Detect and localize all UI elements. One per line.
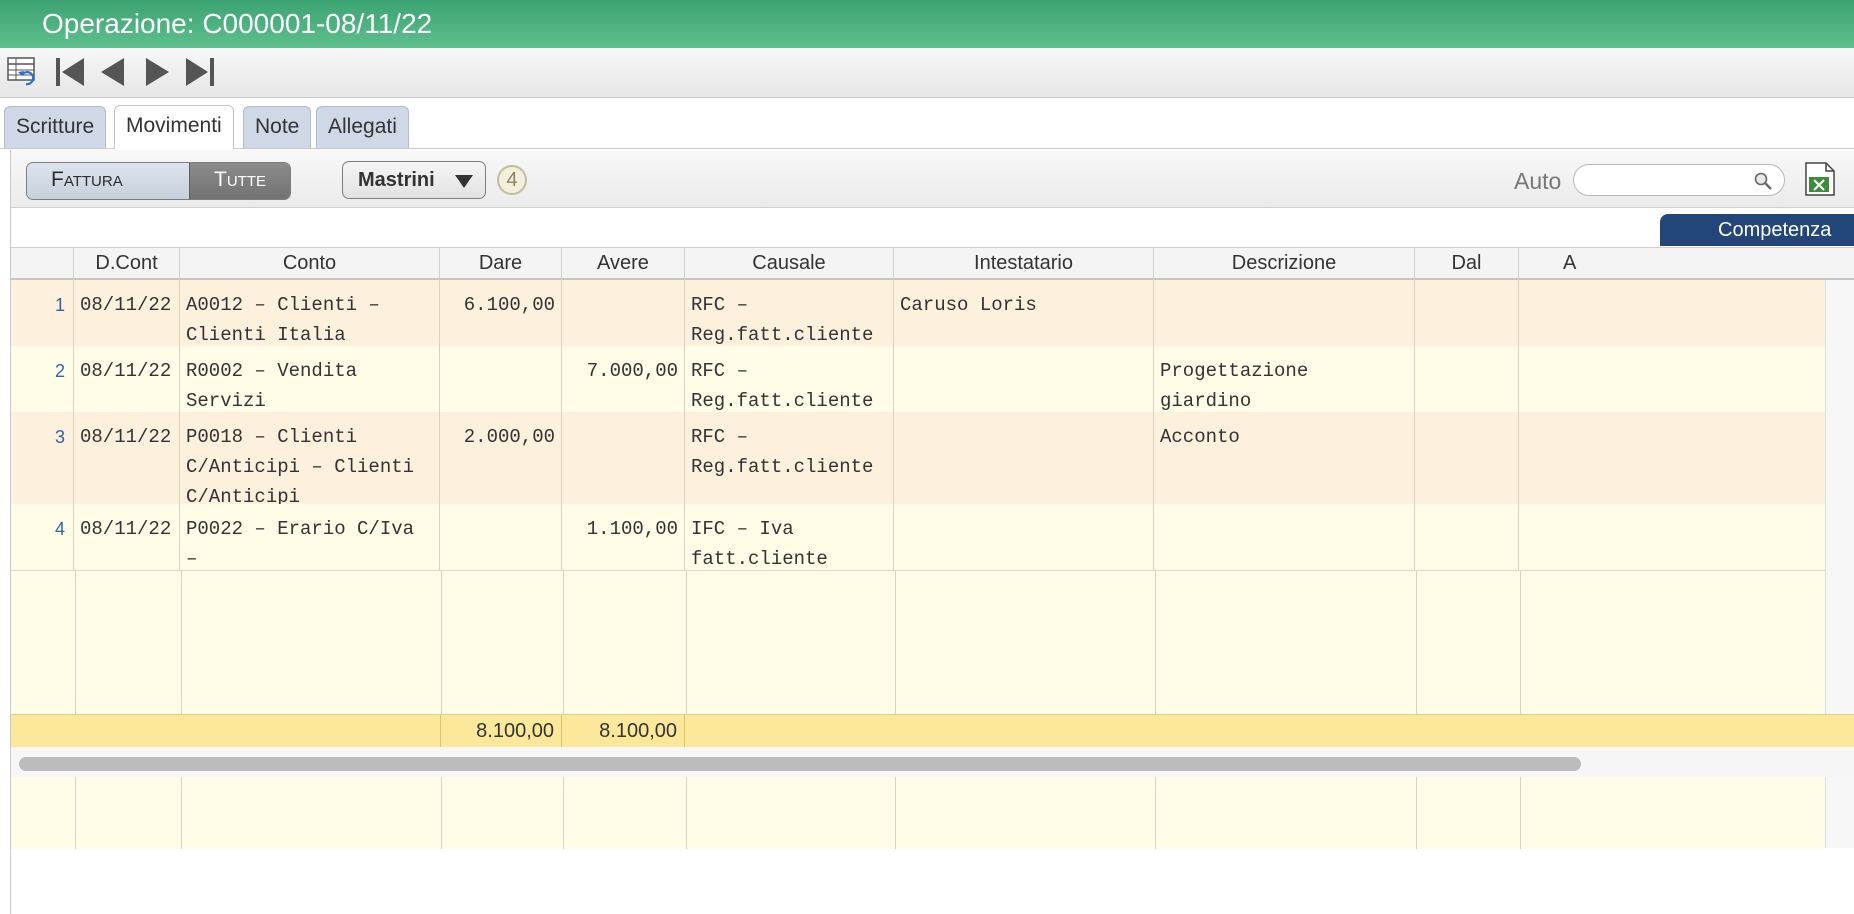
column-divider xyxy=(181,571,182,849)
cell-a xyxy=(1519,412,1825,504)
cell-descrizione: Progettazione giardino xyxy=(1154,346,1415,412)
column-divider xyxy=(1416,571,1417,849)
cell-intestatario: Caruso Loris xyxy=(894,280,1154,346)
cell-descrizione xyxy=(1154,280,1415,346)
column-header-descrizione[interactable]: Descrizione xyxy=(1154,248,1415,279)
column-header-conto[interactable]: Conto xyxy=(180,248,440,279)
row-number: 3 xyxy=(11,412,74,504)
prev-record-icon[interactable] xyxy=(96,54,130,90)
column-divider xyxy=(686,571,687,849)
column-divider xyxy=(75,571,76,849)
horizontal-scrollbar-thumb[interactable] xyxy=(19,757,1581,771)
cell-dare: 6.100,00 xyxy=(440,280,562,346)
tab-note[interactable]: Note xyxy=(243,106,312,148)
cell-conto: A0012 – Clienti – Clienti Italia xyxy=(180,280,440,346)
tab-bar: Scritture Movimenti Note Allegati xyxy=(0,99,1854,149)
filter-fattura-emessa-button[interactable]: Fattura emessa xyxy=(27,163,189,199)
row-number: 2 xyxy=(11,346,74,412)
tab-allegati[interactable]: Allegati xyxy=(316,106,409,148)
cell-dal xyxy=(1415,504,1519,570)
cell-avere xyxy=(562,280,685,346)
column-header-a[interactable]: A xyxy=(1519,248,1854,279)
mastrini-dropdown-label: Mastrini xyxy=(358,169,435,191)
table-row[interactable]: 3 08/11/22 P0018 – Clienti C/Anticipi – … xyxy=(11,412,1825,504)
cell-causale: IFC – Iva fatt.cliente xyxy=(685,504,894,570)
cell-dcont: 08/11/22 xyxy=(74,504,180,570)
record-navigation-bar xyxy=(0,48,1854,98)
cell-descrizione xyxy=(1154,504,1415,570)
cell-dal xyxy=(1415,412,1519,504)
movimenti-toolbar: Fattura emessa Tutte Mastrini 4 Auto xyxy=(11,150,1854,208)
cell-a xyxy=(1519,346,1825,412)
column-header-dcont[interactable]: D.Cont xyxy=(74,248,180,279)
totals-row: 8.100,00 8.100,00 xyxy=(11,714,1854,747)
tab-scritture[interactable]: Scritture xyxy=(4,106,107,148)
cell-dal xyxy=(1415,280,1519,346)
next-record-icon[interactable] xyxy=(140,54,174,90)
row-number: 1 xyxy=(11,280,74,346)
table-row[interactable]: 2 08/11/22 R0002 – Vendita Servizi – Con… xyxy=(11,346,1825,412)
cell-conto: P0018 – Clienti C/Anticipi – Clienti C/A… xyxy=(180,412,440,504)
horizontal-scrollbar[interactable] xyxy=(11,747,1854,777)
total-avere: 8.100,00 xyxy=(562,715,685,747)
cell-causale: RFC – Reg.fatt.cliente xyxy=(685,346,894,412)
column-header-dare[interactable]: Dare xyxy=(440,248,562,279)
cell-conto: R0002 – Vendita Servizi – Consulenza Pro… xyxy=(180,346,440,412)
last-record-icon[interactable] xyxy=(182,54,218,90)
movimenti-panel: Fattura emessa Tutte Mastrini 4 Auto Com… xyxy=(10,150,1854,914)
filter-tutte-button[interactable]: Tutte xyxy=(189,163,290,199)
cell-avere: 1.100,00 xyxy=(562,504,685,570)
column-divider xyxy=(563,571,564,849)
cell-dcont: 08/11/22 xyxy=(74,346,180,412)
cell-causale: RFC – Reg.fatt.cliente xyxy=(685,412,894,504)
count-badge: 4 xyxy=(497,165,527,195)
cell-descrizione: Acconto xyxy=(1154,412,1415,504)
cell-dare xyxy=(440,346,562,412)
cell-conto: P0022 – Erario C/Iva – Erario C/Iva xyxy=(180,504,440,570)
cell-dcont: 08/11/22 xyxy=(74,280,180,346)
table-back-icon[interactable] xyxy=(6,54,42,90)
first-record-icon[interactable] xyxy=(52,54,88,90)
cell-intestatario xyxy=(894,504,1154,570)
column-divider xyxy=(441,571,442,849)
table-row[interactable]: 1 08/11/22 A0012 – Clienti – Clienti Ita… xyxy=(11,280,1825,346)
cell-dare xyxy=(440,504,562,570)
cell-intestatario xyxy=(894,346,1154,412)
mastrini-dropdown[interactable]: Mastrini xyxy=(342,161,486,199)
column-header-dal[interactable]: Dal xyxy=(1415,248,1519,279)
chevron-down-icon xyxy=(455,175,473,188)
column-header-intestatario[interactable]: Intestatario xyxy=(894,248,1154,279)
auto-label: Auto xyxy=(1514,168,1562,194)
excel-export-icon[interactable] xyxy=(1803,161,1837,202)
row-number: 4 xyxy=(11,504,74,570)
competenza-group-header: Competenza xyxy=(1660,214,1854,246)
table-row[interactable]: 4 08/11/22 P0022 – Erario C/Iva – Erario… xyxy=(11,504,1825,570)
filter-segmented-control: Fattura emessa Tutte xyxy=(26,162,291,200)
search-box xyxy=(1573,164,1785,196)
column-header-avere[interactable]: Avere xyxy=(562,248,685,279)
cell-a xyxy=(1519,504,1825,570)
cell-avere: 7.000,00 xyxy=(562,346,685,412)
column-header-row-number[interactable] xyxy=(11,248,74,279)
tab-movimenti[interactable]: Movimenti xyxy=(114,105,234,149)
column-divider xyxy=(895,571,896,849)
total-dare: 8.100,00 xyxy=(440,715,562,747)
window-title: Operazione: C000001-08/11/22 xyxy=(0,0,1854,48)
cell-avere xyxy=(562,412,685,504)
column-divider xyxy=(1520,571,1521,849)
search-input[interactable] xyxy=(1586,165,1760,195)
cell-a xyxy=(1519,280,1825,346)
search-icon[interactable] xyxy=(1754,172,1772,195)
table-header: D.Cont Conto Dare Avere Causale Intestat… xyxy=(11,247,1854,280)
empty-table-area xyxy=(11,570,1825,849)
cell-causale: RFC – Reg.fatt.cliente xyxy=(685,280,894,346)
cell-intestatario xyxy=(894,412,1154,504)
cell-dal xyxy=(1415,346,1519,412)
cell-dcont: 08/11/22 xyxy=(74,412,180,504)
cell-dare: 2.000,00 xyxy=(440,412,562,504)
column-header-causale[interactable]: Causale xyxy=(685,248,894,279)
column-divider xyxy=(1155,571,1156,849)
